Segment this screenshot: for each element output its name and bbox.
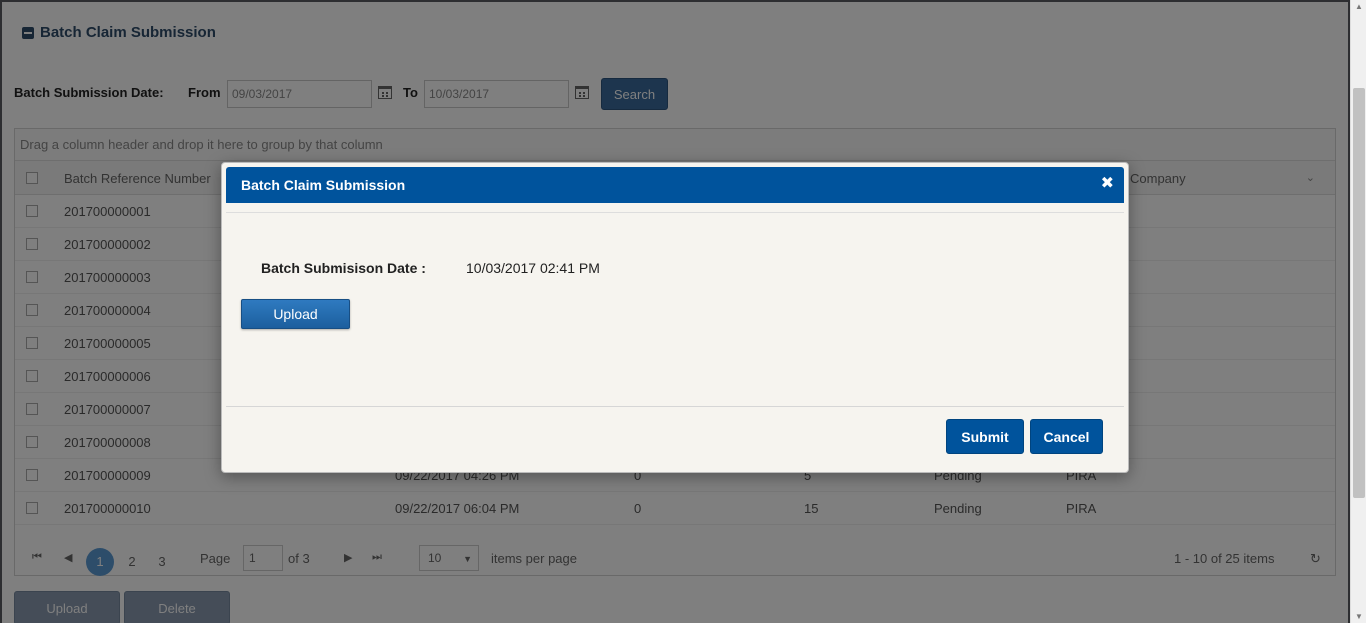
modal-header: Batch Claim Submission ✖ [226,167,1124,203]
submit-button[interactable]: Submit [946,419,1024,454]
cancel-button[interactable]: Cancel [1030,419,1103,454]
modal-upload-button[interactable]: Upload [241,299,350,329]
batch-claim-modal: Batch Claim Submission ✖ Batch Submisiso… [221,162,1129,473]
scroll-up-icon[interactable]: ▲ [1355,2,1363,11]
scrollbar-thumb[interactable] [1353,88,1365,498]
close-icon[interactable]: ✖ [1101,175,1114,193]
modal-divider [226,406,1124,407]
scroll-down-icon[interactable]: ▼ [1355,612,1363,621]
submission-date-value: 10/03/2017 02:41 PM [466,260,600,276]
submission-date-label: Batch Submisison Date : [261,260,426,276]
modal-title: Batch Claim Submission [241,177,406,193]
modal-divider-top [226,212,1124,213]
page-scrollbar[interactable]: ▲ ▼ [1350,0,1366,623]
